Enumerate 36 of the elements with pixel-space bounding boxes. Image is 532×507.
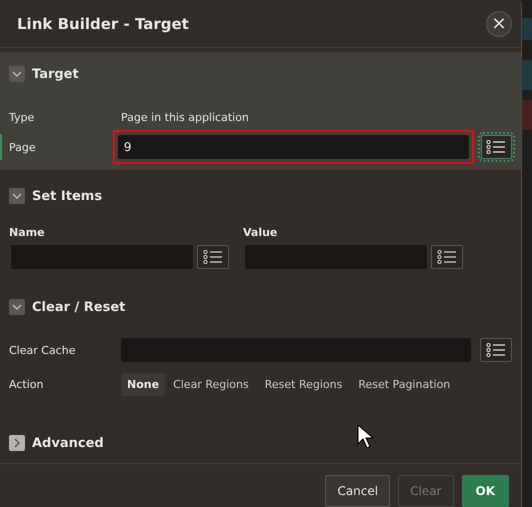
dialog-title: Link Builder - Target	[17, 14, 189, 32]
list-icon-button[interactable]	[480, 338, 512, 362]
input-field[interactable]	[11, 245, 193, 269]
radio-option[interactable]: Clear Regions	[165, 372, 257, 396]
section-title: Set Items	[32, 188, 102, 204]
field-label: Type	[9, 110, 36, 124]
dialog-button[interactable]: Cancel	[325, 475, 390, 507]
mouse-cursor-icon	[357, 424, 375, 450]
radio-option[interactable]: Reset Pagination	[350, 372, 458, 396]
chevron-icon[interactable]	[9, 435, 25, 451]
dialog-button[interactable]: OK	[462, 475, 509, 507]
column-label: Value	[243, 226, 278, 239]
list-icon	[486, 140, 506, 154]
section-title: Advanced	[32, 436, 104, 450]
field-value: Page in this application	[121, 110, 249, 124]
input-field[interactable]	[245, 245, 427, 269]
chevron-icon[interactable]	[9, 66, 25, 82]
field-label: Page	[9, 140, 37, 154]
list-icon-button[interactable]	[197, 245, 229, 269]
field-label: Clear Cache	[9, 344, 76, 356]
radio-option[interactable]: None	[121, 372, 166, 396]
list-icon	[486, 343, 506, 357]
close-button[interactable]: ×	[486, 10, 512, 36]
list-icon-button[interactable]	[480, 135, 512, 159]
section-title: Target	[32, 66, 79, 82]
section-title: Clear / Reset	[32, 300, 126, 314]
page-field[interactable]: 9	[118, 135, 469, 159]
list-icon	[437, 250, 457, 264]
chevron-icon[interactable]	[9, 299, 25, 315]
chevron-icon[interactable]	[9, 188, 25, 204]
field-label: Action	[9, 378, 44, 390]
radio-option[interactable]: Reset Regions	[256, 372, 350, 396]
list-icon	[203, 250, 223, 264]
column-label: Name	[9, 226, 46, 239]
clear-cache-field[interactable]	[120, 338, 472, 362]
list-icon-button[interactable]	[431, 245, 463, 269]
